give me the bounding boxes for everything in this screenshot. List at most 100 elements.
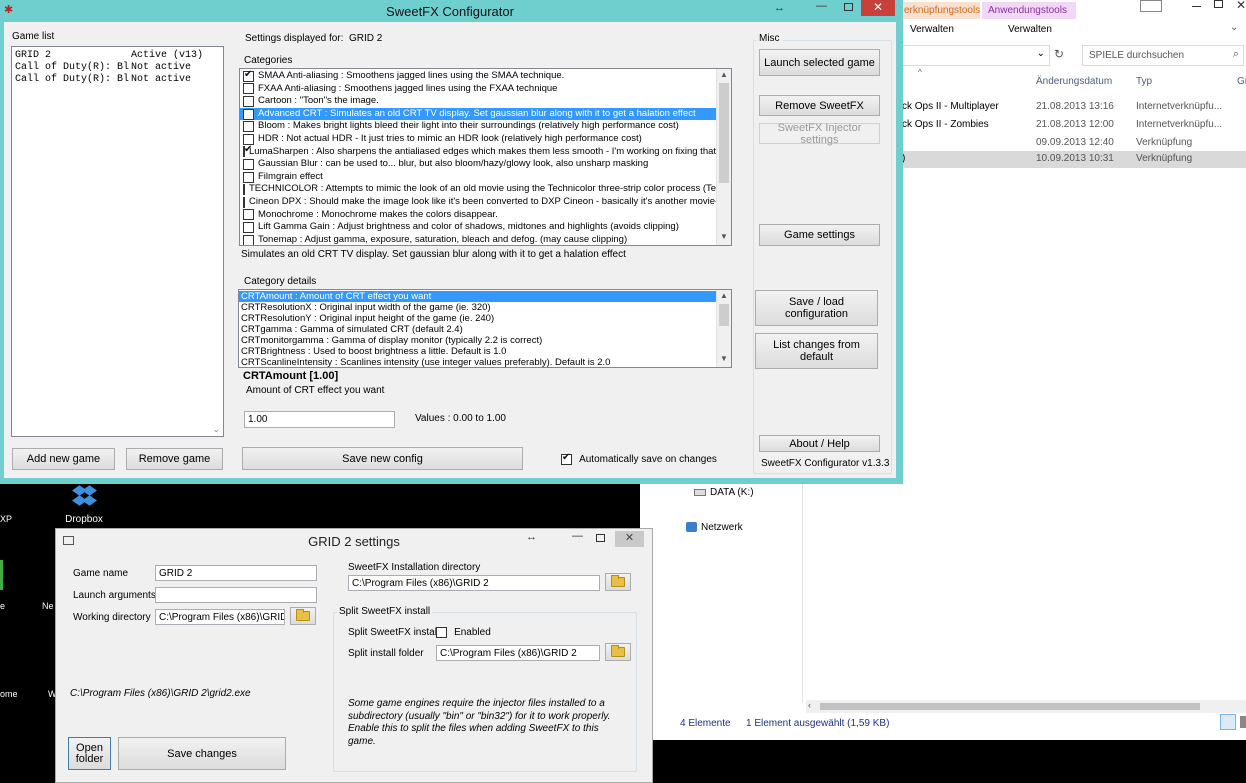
detail-item[interactable]: CRTmonitorgamma : Gamma of display monit… [239,335,716,346]
detail-item[interactable]: CRTScanlineIntensity : Scanlines intensi… [239,357,716,367]
close-button[interactable]: ✕ [615,531,644,547]
add-game-button[interactable]: Add new game [12,448,115,470]
close-icon[interactable]: ✕ [1236,0,1246,12]
category-item[interactable]: Advanced CRT : Simulates an old CRT TV d… [240,107,716,121]
category-item[interactable]: Cineon DPX : Should make the image look … [240,196,716,209]
detail-item[interactable]: CRTBrightness : Used to boost brightness… [239,346,716,357]
list-item[interactable]: Call of Duty(R): Bl Not active [15,62,215,74]
category-item[interactable]: Tonemap : Adjust gamma, exposure, satura… [240,234,716,245]
detail-item[interactable]: CRTResolutionY : Original input height o… [239,313,716,324]
category-item[interactable]: SMAA Anti-aliasing : Smoothens jagged li… [240,70,716,83]
ribbon-button-verwalten[interactable]: Verwalten [1008,24,1052,35]
install-dir-input[interactable]: C:\Program Files (x86)\GRID 2 [348,575,600,591]
category-item[interactable]: Filmgrain effect [240,171,716,184]
category-checkbox[interactable] [243,234,254,245]
file-row[interactable]: 09.09.2013 12:40 Verknüpfung [902,135,1246,151]
category-item[interactable]: HDR : Not actual HDR - It just tries to … [240,133,716,146]
chevron-down-icon[interactable]: ⌄ [1037,48,1045,59]
desktop-icon-partial[interactable] [0,560,3,590]
auto-save-checkbox[interactable]: Automatically save on changes [561,452,717,465]
category-checkbox[interactable] [243,83,254,95]
minimize-button[interactable]: — [816,0,827,12]
about-help-button[interactable]: About / Help [759,435,880,452]
category-item[interactable]: FXAA Anti-aliasing : Smoothens jagged li… [240,83,716,96]
category-checkbox[interactable] [243,158,254,170]
address-bar[interactable]: ⌄ [902,45,1050,66]
category-checkbox[interactable] [243,108,254,120]
file-row[interactable]: ) 10.09.2013 10:31 Verknüpfung [902,151,1246,168]
categories-scrollbar[interactable]: ▲ ▼ [716,69,731,245]
category-checkbox[interactable] [243,95,254,107]
launch-game-button[interactable]: Launch selected game [759,49,880,76]
checkbox[interactable] [436,626,447,638]
remove-game-button[interactable]: Remove game [126,448,223,470]
browse-install-dir-button[interactable] [605,573,631,591]
close-button[interactable]: ✕ [861,0,895,16]
category-checkbox[interactable] [243,209,254,221]
category-details-list[interactable]: CRTAmount : Amount of CRT effect you wan… [238,289,732,368]
ribbon-button-verwalten[interactable]: Verwalten [910,24,954,35]
column-header-type[interactable]: Typ [1136,76,1152,87]
browse-workdir-button[interactable] [290,607,316,625]
search-input[interactable]: SPIELE durchsuchen [1089,50,1184,61]
game-list[interactable]: GRID 2 Active (v13) Call of Duty(R): Bl No… [11,46,224,437]
working-directory-input[interactable]: C:\Program Files (x86)\GRID 2 [155,609,285,625]
search-box[interactable]: SPIELE durchsuchen ⌕ [1082,45,1244,66]
categories-list[interactable]: SMAA Anti-aliasing : Smoothens jagged li… [239,68,732,246]
injector-settings-button[interactable]: SweetFX Injector settings [759,122,880,146]
maximize-button[interactable] [844,3,853,11]
scrollbar-thumb[interactable] [820,703,1200,710]
category-checkbox[interactable] [243,184,245,196]
launch-arguments-input[interactable] [155,587,317,603]
category-checkbox[interactable] [243,121,254,133]
scrollbar-thumb[interactable] [719,304,729,326]
category-item[interactable]: TECHNICOLOR : Attempts to mimic the look… [240,183,716,196]
maximize-icon[interactable] [1214,0,1223,8]
search-icon[interactable]: ⌕ [1233,48,1239,61]
scroll-down-icon[interactable]: ⌄ [212,424,220,435]
ribbon-tab-anwendungstools[interactable]: Anwendungstools [982,2,1076,19]
category-checkbox[interactable] [243,144,252,158]
open-folder-button[interactable]: Open folder [68,737,111,770]
detail-item[interactable]: CRTResolutionX : Original input width of… [239,302,716,313]
ribbon-tab-verknuepfungstools[interactable]: erknüpfungstools [902,2,980,19]
list-item[interactable]: Call of Duty(R): Bl Not active [15,74,215,86]
maximize-button[interactable] [596,534,605,542]
category-checkbox[interactable] [243,171,254,183]
category-item[interactable]: Bloom : Makes bright lights bleed their … [240,120,716,133]
category-item[interactable]: Lift Gamma Gain : Adjust brightness and … [240,221,716,234]
game-settings-button[interactable]: Game settings [759,224,880,246]
column-header-date[interactable]: Änderungsdatum [1036,76,1112,87]
save-changes-button[interactable]: Save changes [118,737,286,770]
category-checkbox[interactable] [243,221,254,233]
split-folder-input[interactable]: C:\Program Files (x86)\GRID 2 [436,645,600,661]
list-item[interactable]: GRID 2 Active (v13) [15,50,215,62]
scroll-left-icon[interactable]: ‹ [808,700,811,710]
file-row[interactable]: ck Ops II - Multiplayer 21.08.2013 13:16… [902,99,1246,115]
minimize-button[interactable]: — [572,530,583,542]
nav-item-network[interactable]: Netzwerk [686,522,743,533]
scrollbar-thumb[interactable] [719,83,729,183]
restore-icon[interactable] [1140,0,1162,12]
desktop-icon-dropbox[interactable]: Dropbox [60,484,108,526]
tiles-view-icon[interactable] [1240,716,1246,728]
remove-sweetfx-button[interactable]: Remove SweetFX [759,95,880,116]
scroll-up-icon[interactable]: ▲ [717,70,731,82]
ribbon-expand-icon[interactable]: ⌄ [1230,22,1238,33]
column-header-size[interactable]: Gr [1237,76,1246,87]
category-checkbox[interactable] [243,133,254,145]
param-value-input[interactable]: 1.00 [244,411,395,428]
category-checkbox[interactable] [243,196,245,208]
nav-item-data-drive[interactable]: DATA (K:) [694,487,754,498]
category-item[interactable]: LumaSharpen : Also sharpens the antialia… [240,144,716,159]
scroll-up-icon[interactable]: ▲ [717,291,731,303]
horizontal-scrollbar[interactable]: ‹ [806,700,1246,713]
category-item[interactable]: Monochrome : Monochrome makes the colors… [240,209,716,222]
save-load-config-button[interactable]: Save / load configuration [755,290,878,326]
browse-split-folder-button[interactable] [605,643,631,661]
detail-item[interactable]: CRTgamma : Gamma of simulated CRT (defau… [239,324,716,335]
split-enabled-checkbox[interactable]: Enabled [436,626,491,638]
refresh-icon[interactable]: ↻ [1054,47,1064,61]
detail-item[interactable]: CRTAmount : Amount of CRT effect you wan… [239,291,716,302]
game-name-input[interactable]: GRID 2 [155,565,317,581]
